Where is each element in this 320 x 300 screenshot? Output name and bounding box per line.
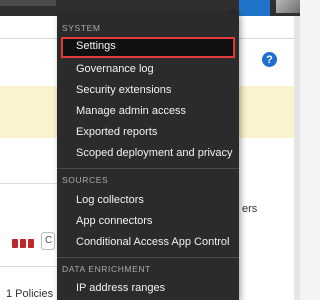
filter-chip[interactable]: C: [41, 232, 55, 250]
menu-item-ip-address-ranges[interactable]: IP address ranges: [61, 279, 235, 298]
page-scrollbar[interactable]: [294, 16, 300, 300]
section-header-system: SYSTEM: [62, 23, 101, 33]
status-indicator-icon: [12, 239, 34, 248]
avatar[interactable]: [276, 0, 300, 13]
top-bar-strip: [0, 0, 56, 6]
menu-item-conditional-access-app-control[interactable]: Conditional Access App Control: [61, 233, 235, 252]
menu-item-log-collectors[interactable]: Log collectors: [61, 191, 235, 210]
divider: [0, 183, 57, 184]
menu-item-scoped-deployment[interactable]: Scoped deployment and privacy: [61, 144, 235, 163]
menu-item-app-connectors[interactable]: App connectors: [61, 212, 235, 231]
section-header-sources: SOURCES: [62, 175, 109, 185]
section-header-data-enrichment: DATA ENRICHMENT: [62, 264, 151, 274]
menu-divider: [57, 257, 239, 258]
divider: [239, 38, 294, 39]
menu-item-settings[interactable]: Settings: [61, 37, 235, 58]
partial-text: ers: [242, 203, 258, 215]
help-icon[interactable]: ?: [262, 52, 277, 67]
menu-divider: [57, 168, 239, 169]
divider: [0, 38, 57, 39]
menu-caret: [226, 6, 240, 13]
menu-item-governance-log[interactable]: Governance log: [61, 60, 235, 79]
settings-toggle-button[interactable]: [239, 0, 270, 16]
content-panel-left: [0, 16, 57, 300]
menu-item-security-extensions[interactable]: Security extensions: [61, 81, 235, 100]
menu-item-manage-admin-access[interactable]: Manage admin access: [61, 102, 235, 121]
divider: [0, 266, 57, 267]
menu-item-exported-reports[interactable]: Exported reports: [61, 123, 235, 142]
policies-count-label: 1 Policies: [6, 288, 54, 300]
